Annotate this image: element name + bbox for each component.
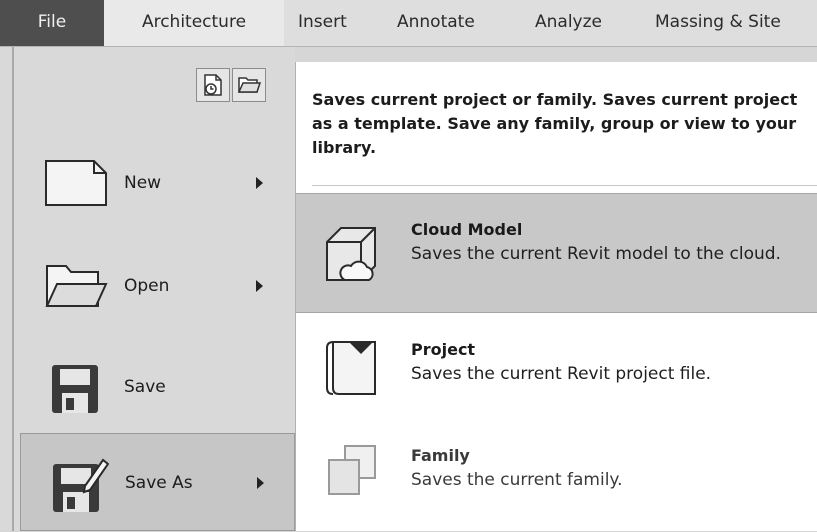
open-folder-icon — [44, 260, 108, 316]
project-title: Project — [411, 340, 476, 359]
cloud-model-title: Cloud Model — [411, 220, 523, 239]
menu-item-save[interactable]: Save — [20, 343, 295, 431]
submenu-description: Saves current project or family. Saves c… — [312, 90, 798, 157]
save-floppy-icon — [44, 361, 108, 421]
new-document-icon — [44, 157, 108, 213]
submenu-item-cloud-model[interactable]: Cloud Model Saves the current Revit mode… — [296, 193, 817, 313]
submenu-arrow-icon — [256, 177, 263, 189]
tab-analyze[interactable]: Analyze — [535, 0, 602, 46]
tab-file[interactable]: File — [0, 0, 104, 46]
menu-item-save-as[interactable]: Save As — [20, 433, 295, 531]
menu-item-open-label: Open — [124, 276, 170, 296]
menu-item-new-label: New — [124, 173, 162, 193]
ribbon-tab-bar: File Architecture Insert Annotate Analyz… — [0, 0, 817, 47]
submenu-arrow-icon — [256, 280, 263, 292]
menu-item-save-label: Save — [124, 377, 166, 397]
recent-documents-icon[interactable] — [196, 68, 230, 102]
menu-item-save-as-label: Save As — [125, 473, 193, 493]
save-as-submenu: Saves current project or family. Saves c… — [295, 62, 817, 531]
application-menu: New Open Save Save As — [0, 47, 295, 531]
menu-item-open[interactable]: Open — [20, 242, 295, 330]
submenu-item-family[interactable]: Family Saves the current family. — [296, 420, 817, 530]
submenu-arrow-icon — [257, 477, 264, 489]
cloud-model-description: Saves the current Revit model to the clo… — [411, 244, 781, 264]
menu-left-border — [12, 47, 14, 531]
cloud-model-icon — [323, 222, 379, 286]
project-description: Saves the current Revit project file. — [411, 364, 712, 384]
project-file-icon — [323, 336, 379, 400]
tab-insert[interactable]: Insert — [298, 0, 347, 46]
quick-icons — [196, 68, 276, 102]
family-title: Family — [411, 446, 470, 465]
submenu-divider — [312, 185, 817, 186]
tab-massing-and-site[interactable]: Massing & Site — [655, 0, 781, 46]
family-description: Saves the current family. — [411, 470, 623, 490]
save-as-floppy-pencil-icon — [45, 456, 110, 520]
tab-architecture[interactable]: Architecture — [104, 0, 284, 46]
open-documents-icon[interactable] — [232, 68, 266, 102]
tab-annotate[interactable]: Annotate — [397, 0, 475, 46]
family-icon — [323, 442, 379, 506]
submenu-item-project[interactable]: Project Saves the current Revit project … — [296, 320, 817, 420]
menu-item-new[interactable]: New — [20, 139, 295, 227]
